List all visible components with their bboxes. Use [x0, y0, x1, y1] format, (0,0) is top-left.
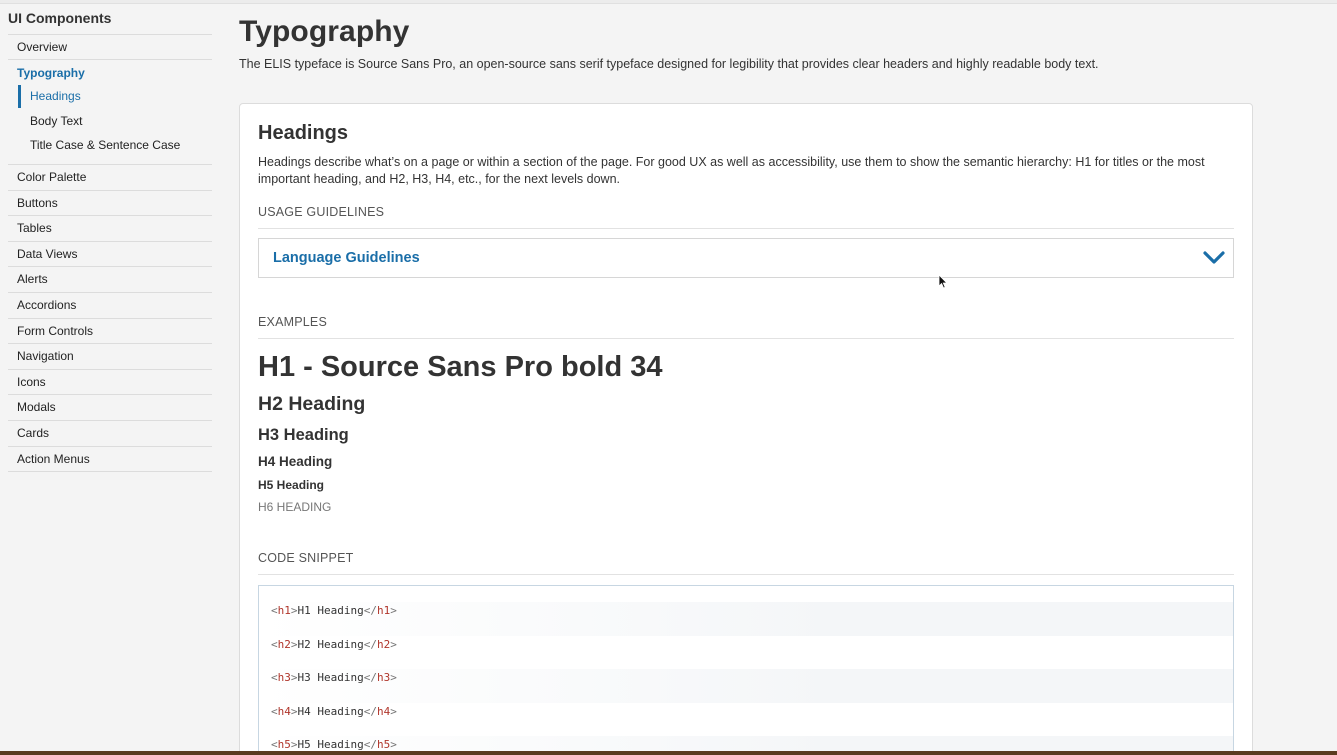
code-line: <h4>H4 Heading</h4> [271, 704, 397, 718]
code-snippet-label: CODE SNIPPET [258, 551, 1234, 575]
sidebar-item-tables[interactable]: Tables [8, 216, 212, 242]
sidebar-item-action-menus[interactable]: Action Menus [8, 447, 212, 473]
sidebar-item-typography[interactable]: Typography [8, 60, 212, 84]
sidebar: UI Components Overview Typography Headin… [0, 4, 222, 751]
main-content: Typography The ELIS typeface is Source S… [239, 4, 1253, 755]
h5-example: H5 Heading [258, 478, 325, 492]
sidebar-item-icons[interactable]: Icons [8, 370, 212, 396]
sidebar-item-color-palette[interactable]: Color Palette [8, 165, 212, 191]
examples-label: EXAMPLES [258, 315, 1234, 339]
language-guidelines-accordion[interactable]: Language Guidelines [258, 238, 1234, 278]
sidebar-subnav-container: Headings Body Text Title Case & Sentence… [8, 84, 212, 166]
code-snippet[interactable]: <h1>H1 Heading</h1> <h2>H2 Heading</h2> … [258, 585, 1234, 755]
page-description: The ELIS typeface is Source Sans Pro, an… [239, 57, 1099, 71]
sidebar-subitem-headings[interactable]: Headings [8, 84, 212, 109]
sidebar-item-navigation[interactable]: Navigation [8, 344, 212, 370]
code-line: <h2>H2 Heading</h2> [271, 637, 397, 651]
sidebar-item-form-controls[interactable]: Form Controls [8, 319, 212, 345]
headings-card: Headings Headings describe what’s on a p… [239, 103, 1253, 755]
usage-guidelines-label: USAGE GUIDELINES [258, 205, 1234, 229]
chevron-down-icon[interactable] [1203, 250, 1225, 266]
card-description: Headings describe what’s on a page or wi… [258, 155, 1205, 186]
sidebar-subitem-body-text[interactable]: Body Text [8, 109, 212, 134]
sidebar-item-buttons[interactable]: Buttons [8, 191, 212, 217]
h2-example: H2 Heading [258, 393, 366, 415]
h6-example: H6 Heading [258, 500, 332, 514]
sidebar-item-data-views[interactable]: Data Views [8, 242, 212, 268]
sidebar-item-modals[interactable]: Modals [8, 395, 212, 421]
accordion-title: Language Guidelines [273, 250, 420, 266]
code-line: <h3>H3 Heading</h3> [259, 669, 1233, 703]
window-bottom-edge [0, 751, 1337, 755]
card-title: Headings [258, 122, 349, 144]
sidebar-item-alerts[interactable]: Alerts [8, 267, 212, 294]
h4-example: H4 Heading [258, 454, 333, 469]
sidebar-item-cards[interactable]: Cards [8, 421, 212, 447]
mouse-cursor-icon [938, 274, 948, 289]
sidebar-subnav: Headings Body Text Title Case & Sentence… [8, 84, 212, 166]
sidebar-nav: Overview Typography Headings Body Text T… [8, 35, 212, 473]
page-title: Typography [239, 15, 410, 48]
sidebar-title: UI Components [8, 10, 212, 35]
sidebar-item-overview[interactable]: Overview [8, 35, 212, 60]
code-line: <h1>H1 Heading</h1> [259, 602, 1233, 636]
h3-example: H3 Heading [258, 426, 349, 444]
sidebar-item-accordions[interactable]: Accordions [8, 293, 212, 319]
h1-example: H1 - Source Sans Pro bold 34 [258, 351, 663, 383]
sidebar-subitem-title-case[interactable]: Title Case & Sentence Case [8, 133, 212, 158]
